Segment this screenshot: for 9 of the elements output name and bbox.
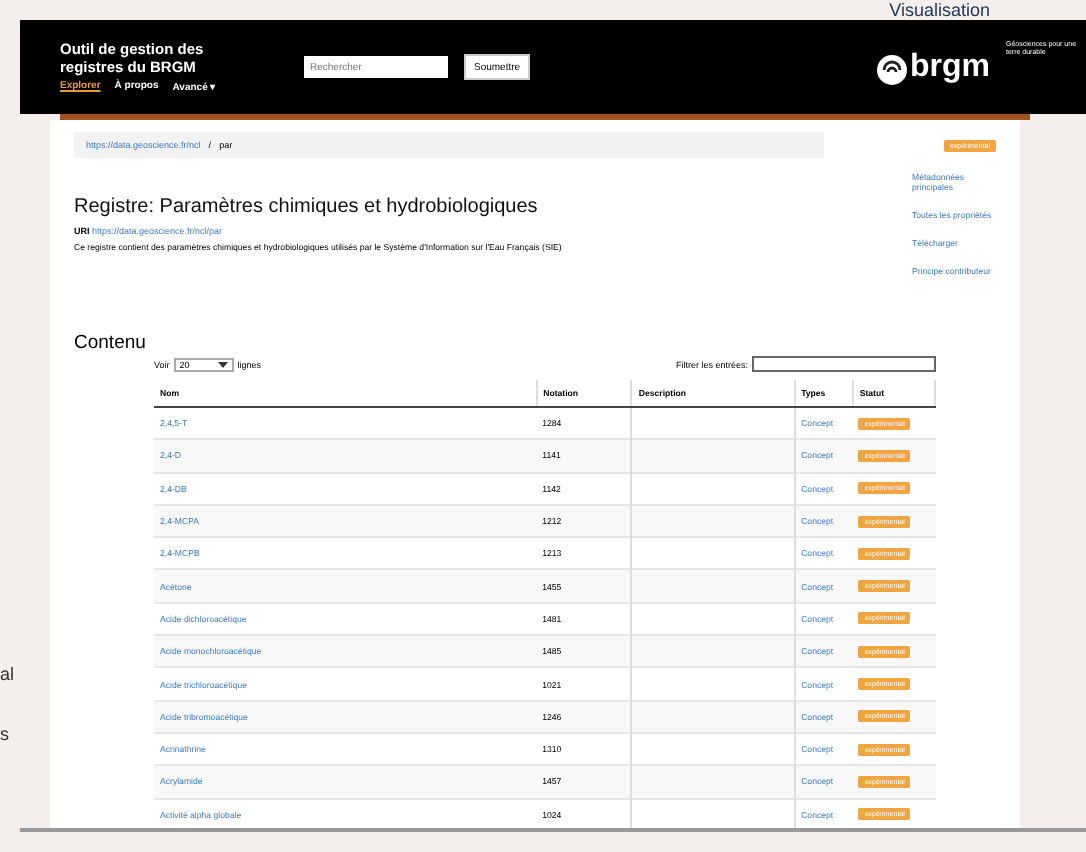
logo-mark-icon — [876, 53, 908, 85]
caret-icon — [217, 361, 228, 367]
filter-field[interactable] — [752, 356, 936, 372]
slide-text: s — [0, 722, 11, 748]
register-title: Registre: Paramètres chimiques et hydrobiologiques — [74, 196, 540, 218]
content-heading: Contenu — [74, 332, 148, 354]
brgm-logo: brgm — [876, 49, 990, 85]
slide-text: al — [0, 662, 15, 688]
slide-title: Visualisation — [889, 0, 990, 20]
